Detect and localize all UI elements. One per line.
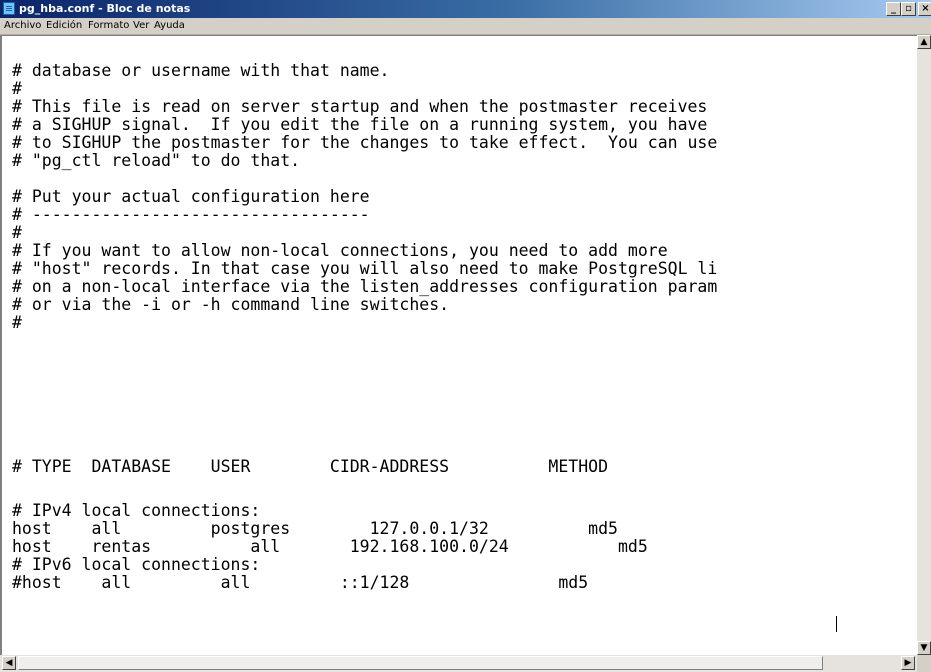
- editor-line-3: # This file is read on server startup an…: [12, 97, 708, 116]
- editor-line-12: # "host" records. In that case you will …: [12, 259, 718, 278]
- horizontal-scroll-thumb[interactable]: [18, 656, 823, 670]
- minimize-button[interactable]: _: [886, 2, 901, 16]
- text-caret: [836, 616, 837, 632]
- editor-line-4: # a SIGHUP signal. If you edit the file …: [12, 115, 708, 134]
- editor-line-13: # on a non-local interface via the liste…: [12, 277, 718, 296]
- editor-line-ipv6-comment: # IPv6 local connections:: [12, 555, 261, 574]
- editor-line-5: # to SIGHUP the postmaster for the chang…: [12, 133, 718, 152]
- menu-item-ver[interactable]: Ver: [133, 20, 149, 32]
- editor-line-2: #: [12, 79, 22, 98]
- notepad-window: pg_hba.conf - Bloc de notas _ ▫ × Archiv…: [0, 0, 931, 672]
- editor-line-ipv4-comment: # IPv4 local connections:: [12, 501, 261, 520]
- window-title: pg_hba.conf - Bloc de notas: [19, 2, 191, 15]
- maximize-button[interactable]: ▫: [901, 2, 916, 16]
- editor-line-host-rentas: host rentas all 192.168.100.0/24 md5: [12, 537, 648, 556]
- editor-line-1: # database or username with that name.: [12, 61, 390, 80]
- menu-item-edicion[interactable]: Edición: [46, 20, 82, 32]
- menu-item-archivo[interactable]: Archivo: [4, 20, 41, 32]
- editor-line-host-all: host all postgres 127.0.0.1/32 md5: [12, 519, 618, 538]
- editor-line-host-ipv6: #host all all ::1/128 md5: [12, 573, 589, 592]
- scroll-down-button[interactable]: ▼: [917, 641, 931, 655]
- editor-line-14: # or via the -i or -h command line switc…: [12, 295, 450, 314]
- close-button[interactable]: ×: [918, 2, 931, 16]
- editor-line-10: #: [12, 223, 22, 242]
- resize-grip[interactable]: [917, 655, 931, 672]
- title-bar[interactable]: pg_hba.conf - Bloc de notas _ ▫ ×: [0, 0, 931, 18]
- editor-line-15: #: [12, 313, 22, 332]
- editor-line-9: # ----------------------------------: [12, 205, 370, 224]
- horizontal-scrollbar[interactable]: ◀ ▶: [0, 655, 917, 672]
- editor-line-type-header: # TYPE DATABASE USER CIDR-ADDRESS METHOD: [12, 457, 609, 476]
- notepad-icon: [3, 2, 15, 15]
- vertical-scroll-track[interactable]: [917, 65, 931, 457]
- editor-line-8: # Put your actual configuration here: [12, 187, 370, 206]
- menu-bar: Archivo Edición Formato Ver Ayuda: [0, 18, 931, 35]
- text-editor[interactable]: # database or username with that name. #…: [0, 35, 917, 655]
- scroll-up-button[interactable]: ▲: [917, 35, 931, 49]
- vertical-scrollbar[interactable]: ▲ ▼: [917, 35, 931, 655]
- editor-line-11: # If you want to allow non-local connect…: [12, 241, 668, 260]
- menu-item-ayuda[interactable]: Ayuda: [154, 20, 185, 32]
- scroll-left-button[interactable]: ◀: [2, 656, 16, 670]
- scroll-right-button[interactable]: ▶: [901, 656, 915, 670]
- menu-item-formato[interactable]: Formato: [88, 20, 129, 32]
- editor-line-6: # "pg_ctl reload" to do that.: [12, 151, 301, 170]
